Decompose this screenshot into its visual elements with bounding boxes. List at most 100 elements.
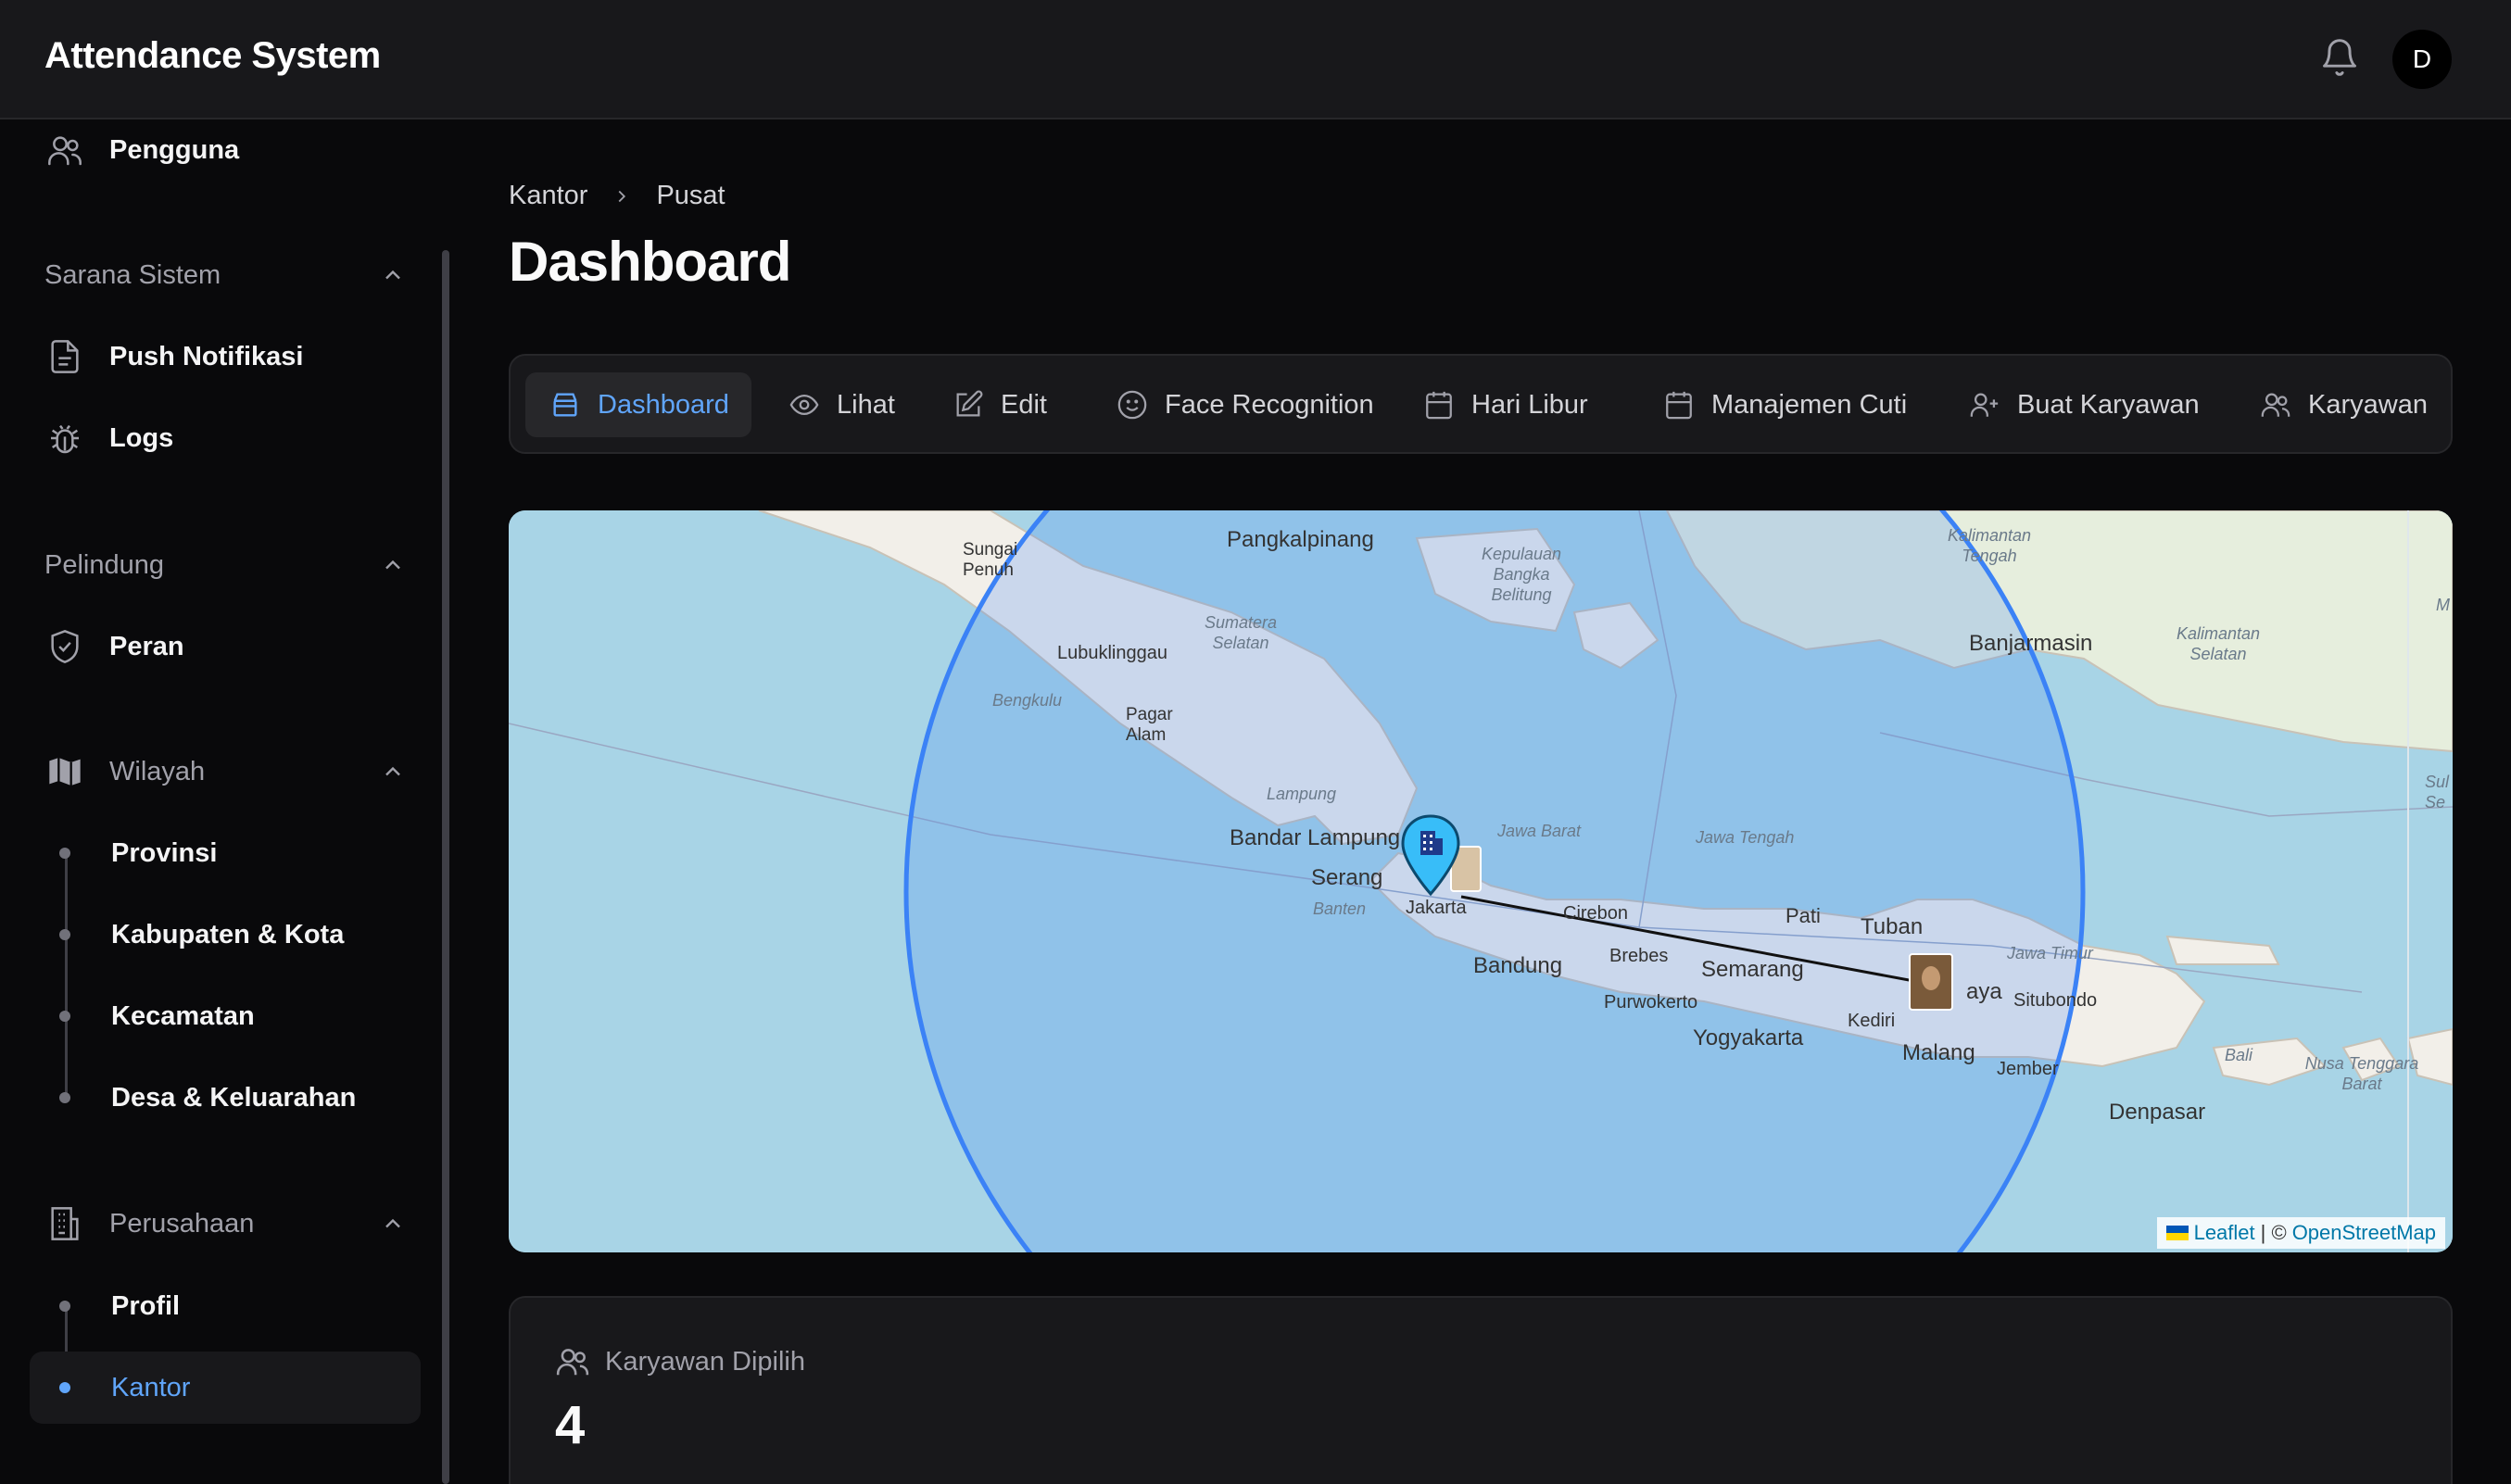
card-header: Karyawan Dipilih [555,1344,805,1379]
sidebar-item-kecamatan[interactable]: Kecamatan [30,980,421,1052]
map-label: Sungai Penuh [963,540,1018,580]
bug-icon [44,418,85,459]
building-icon [44,1203,85,1244]
nav-dot [59,1301,70,1312]
tab-label: Lihat [837,389,895,420]
map-label: Malang [1902,1040,1975,1065]
tab-label: Edit [1001,389,1047,420]
map-label: Banjarmasin [1969,631,2093,656]
office-map[interactable]: Pangkalpinang Banjarmasin Lubuklinggau P… [509,510,2453,1252]
sidebar-group-perusahaan[interactable]: Perusahaan [30,1196,421,1251]
users-icon [2258,387,2293,422]
sidebar-group-wilayah[interactable]: Wilayah [30,744,421,799]
tab-label: Dashboard [598,389,729,420]
map-label: Pagar Alam [1126,705,1173,745]
sidebar-item-label: Logs [109,422,174,453]
office-radius-circle [903,510,2086,1252]
sidebar-item-label: Push Notifikasi [109,341,304,371]
tab-karyawan[interactable]: Karyawan [2236,372,2450,437]
map-label: Cirebon [1563,903,1629,924]
map-region-label: Kalimantan Tengah [1947,526,2032,565]
leaflet-link[interactable]: Leaflet [2194,1221,2255,1245]
nav-dot [59,1011,70,1022]
map-label: Denpasar [2109,1100,2206,1125]
employee-marker-surabaya[interactable] [1909,953,1953,1011]
map-region-label: Kepulauan Bangka Belitung [1481,545,1562,604]
nav-dot [59,929,70,940]
sidebar-item-label: Kantor [111,1372,191,1402]
sidebar-item-pengguna[interactable]: Pengguna [30,114,421,186]
sidebar-item-label: Desa & Keluarahan [111,1082,357,1113]
sidebar-group-pelindung[interactable]: Pelindung [30,537,421,593]
map-region-label: Jawa Tengah [1696,828,1795,847]
breadcrumb-item-pusat: Pusat [656,181,726,210]
nav-dot [59,1092,70,1103]
map-label: Purwokerto [1604,992,1698,1012]
tab-lihat[interactable]: Lihat [764,372,917,437]
sidebar-item-kabupaten-kota[interactable]: Kabupaten & Kota [30,899,421,971]
sidebar-item-label: Profil [111,1290,181,1321]
user-avatar[interactable]: D [2392,30,2452,89]
tab-label: Hari Libur [1471,389,1588,420]
breadcrumb-item-kantor[interactable]: Kantor [509,181,587,211]
sidebar-item-label: Pengguna [109,134,240,165]
map-label: Yogyakarta [1693,1025,1804,1050]
sidebar-item-profil[interactable]: Profil [30,1270,421,1342]
tab-buat-karyawan[interactable]: Buat Karyawan [1945,372,2222,437]
tab-label: Manajemen Cuti [1711,389,1908,420]
group-label: Sarana Sistem [44,259,221,290]
chevron-right-icon [619,190,626,202]
map-label: Pangkalpinang [1227,527,1374,552]
sidebar-item-desa-keluarahan[interactable]: Desa & Keluarahan [30,1062,421,1134]
map-label: Serang [1311,865,1383,890]
sidebar-item-kantor[interactable]: Kantor [30,1352,421,1424]
sidebar-item-label: Kecamatan [111,1000,255,1031]
nav-dot [59,848,70,859]
map-label: Jember [1997,1059,2059,1079]
sidebar-item-logs[interactable]: Logs [30,402,421,474]
chevron-up-icon [385,1218,400,1228]
group-label: Pelindung [44,549,164,580]
map-region-label: Bali [2225,1046,2253,1064]
sidebar-group-sarana-sistem[interactable]: Sarana Sistem [30,247,421,303]
eye-icon [787,387,822,422]
map-icon [44,751,85,792]
shield-icon [44,626,85,667]
tab-dashboard[interactable]: Dashboard [525,372,751,437]
tab-edit[interactable]: Edit [928,372,1069,437]
tab-hari-libur[interactable]: Hari Libur [1399,372,1610,437]
selected-employees-card: Karyawan Dipilih 4 [509,1296,2453,1484]
map-label: Bandar Lampung [1230,825,1401,850]
map-region-label: Jawa Timur [2007,944,2093,962]
attribution-separator: | © [2260,1221,2287,1244]
map-region-label: Sul Se [2425,773,2450,811]
office-pin-marker[interactable] [1400,814,1461,898]
chevron-up-icon [385,270,400,280]
top-bar: Attendance System D [0,0,2511,119]
sidebar-scrollbar[interactable] [442,250,449,1484]
map-label: Jakarta [1406,898,1467,918]
chevron-up-icon [385,766,400,776]
openstreetmap-link[interactable]: OpenStreetMap [2292,1221,2436,1245]
calendar-days-icon [1421,387,1457,422]
tab-face-recognition[interactable]: Face Recognition [1092,372,1396,437]
ukraine-flag-icon [2165,1226,2189,1240]
face-icon [1922,966,1940,990]
tab-label: Karyawan [2308,389,2428,420]
map-label: Lubuklinggau [1057,643,1167,663]
sidebar-item-provinsi[interactable]: Provinsi [30,817,421,889]
map-region-label: M [2436,596,2450,614]
user-plus-icon [1967,387,2002,422]
edit-icon [951,387,986,422]
sidebar-item-label: Kabupaten & Kota [111,919,345,950]
sidebar-item-push-notifikasi[interactable]: Push Notifikasi [30,321,421,393]
map-label: Semarang [1701,957,1804,982]
smile-icon [1115,387,1150,422]
sidebar-item-peran[interactable]: Peran [30,610,421,683]
tab-bar: Dashboard Lihat Edit Face Recognition Ha… [509,354,2453,454]
map-label: Kediri [1848,1011,1896,1031]
tab-manajemen-cuti[interactable]: Manajemen Cuti [1639,372,1929,437]
notification-bell-icon[interactable] [2319,37,2360,78]
map-label: Bandung [1473,953,1563,978]
map-region-label: Banten [1313,899,1367,918]
